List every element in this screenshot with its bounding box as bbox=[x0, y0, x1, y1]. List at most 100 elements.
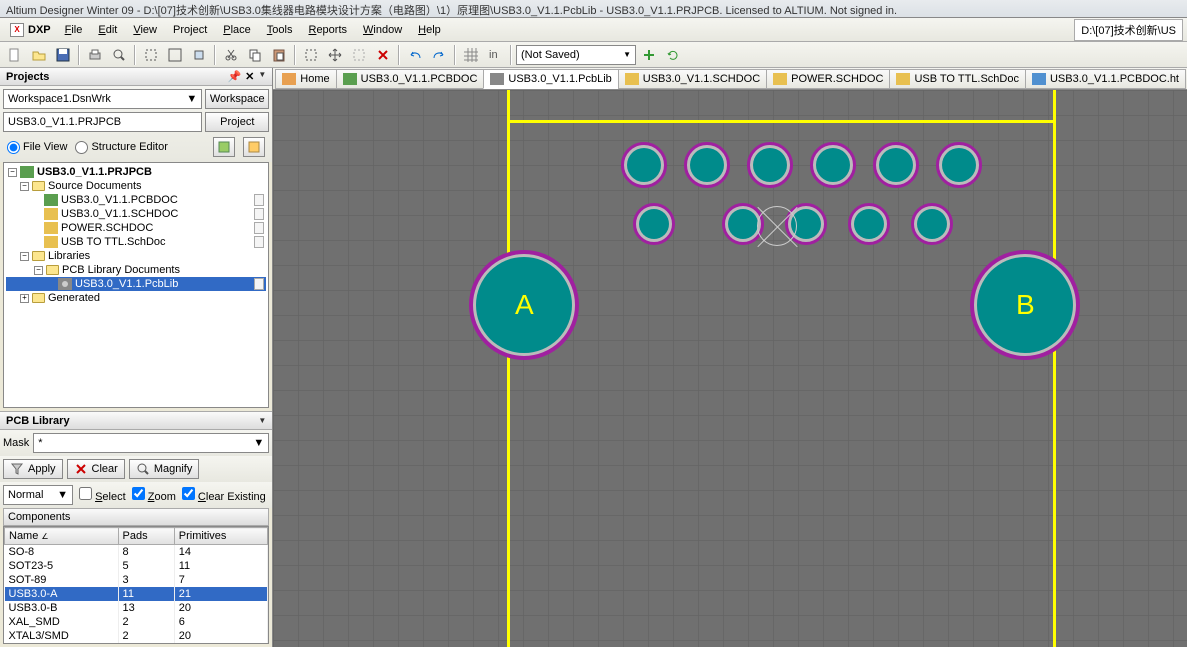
menu-reports[interactable]: Reports bbox=[300, 21, 355, 39]
chevron-down-icon[interactable]: ▼ bbox=[258, 70, 266, 83]
tb-preview[interactable] bbox=[108, 44, 130, 66]
doc-tab[interactable]: USB3.0_V1.1.PCBDOC bbox=[336, 69, 485, 89]
tb-save[interactable] bbox=[52, 44, 74, 66]
normal-combo[interactable]: Normal ▼ bbox=[3, 485, 73, 505]
clear-existing-input[interactable] bbox=[182, 487, 195, 500]
projects-panel-header[interactable]: Projects 📌 ✕ ▼ bbox=[0, 68, 272, 86]
dxp-menu[interactable]: X DXP bbox=[4, 21, 57, 39]
col-pads[interactable]: Pads bbox=[118, 528, 174, 545]
tree-file[interactable]: USB3.0_V1.1.PCBDOC bbox=[6, 193, 266, 207]
components-grid[interactable]: Name ∠ Pads Primitives SO-8814SOT23-5511… bbox=[3, 526, 269, 644]
table-row[interactable]: USB3.0-B1320 bbox=[5, 601, 268, 615]
chevron-down-icon[interactable]: ▼ bbox=[258, 416, 266, 425]
tb-layer-combo[interactable]: (Not Saved) ▼ bbox=[516, 45, 636, 65]
pad-11[interactable] bbox=[911, 203, 953, 245]
zoom-check[interactable]: Zoom bbox=[132, 487, 176, 503]
pcb-canvas[interactable]: A B bbox=[273, 90, 1187, 647]
clear-existing-check[interactable]: Clear Existing bbox=[182, 487, 266, 503]
project-button[interactable]: Project bbox=[205, 112, 269, 132]
doc-tab[interactable]: USB3.0_V1.1.SCHDOC bbox=[618, 69, 767, 89]
doc-tab[interactable]: USB3.0_V1.1.PcbLib bbox=[483, 69, 618, 89]
magnify-button[interactable]: Magnify bbox=[129, 459, 200, 479]
menu-tools[interactable]: Tools bbox=[259, 21, 301, 39]
tb-cut[interactable] bbox=[220, 44, 242, 66]
doc-tab[interactable]: POWER.SCHDOC bbox=[766, 69, 890, 89]
tb-deselect[interactable] bbox=[348, 44, 370, 66]
tb-print[interactable] bbox=[84, 44, 106, 66]
pad-2[interactable] bbox=[684, 142, 730, 188]
proj-opt2[interactable] bbox=[243, 137, 265, 157]
tb-copy[interactable] bbox=[244, 44, 266, 66]
menu-help[interactable]: Help bbox=[410, 21, 449, 39]
apply-button[interactable]: Apply bbox=[3, 459, 63, 479]
menu-place[interactable]: Place bbox=[215, 21, 259, 39]
table-row[interactable]: XTAL3/SMD220 bbox=[5, 629, 268, 643]
tb-undo[interactable] bbox=[404, 44, 426, 66]
mask-combo[interactable]: * ▼ bbox=[33, 433, 269, 453]
zoom-input[interactable] bbox=[132, 487, 145, 500]
tree-toggle[interactable]: − bbox=[20, 182, 29, 191]
table-row[interactable]: SO-8814 bbox=[5, 545, 268, 560]
table-row[interactable]: XAL_SMD26 bbox=[5, 615, 268, 629]
pin-icon[interactable]: 📌 bbox=[227, 70, 241, 83]
tb-open[interactable] bbox=[28, 44, 50, 66]
tree-libraries[interactable]: − Libraries bbox=[6, 249, 266, 263]
tb-zoom-area[interactable] bbox=[140, 44, 162, 66]
tb-new[interactable] bbox=[4, 44, 26, 66]
tb-move[interactable] bbox=[324, 44, 346, 66]
pcblib-panel-header[interactable]: PCB Library ▼ bbox=[0, 412, 272, 430]
pad-5[interactable] bbox=[873, 142, 919, 188]
tb-clear[interactable] bbox=[372, 44, 394, 66]
file-view-input[interactable] bbox=[7, 141, 20, 154]
tree-source-docs[interactable]: − Source Documents bbox=[6, 179, 266, 193]
table-row[interactable]: SOT-8937 bbox=[5, 573, 268, 587]
close-icon[interactable]: ✕ bbox=[245, 70, 254, 83]
tb-add[interactable] bbox=[638, 44, 660, 66]
doc-tab[interactable]: USB3.0_V1.1.PCBDOC.ht bbox=[1025, 69, 1186, 89]
clear-button[interactable]: Clear bbox=[67, 459, 125, 479]
structure-editor-radio[interactable]: Structure Editor bbox=[75, 141, 167, 154]
tree-file[interactable]: USB3.0_V1.1.SCHDOC bbox=[6, 207, 266, 221]
col-name[interactable]: Name ∠ bbox=[5, 528, 119, 545]
workspace-button[interactable]: Workspace bbox=[205, 89, 269, 109]
doc-tab[interactable]: USB TO TTL.SchDoc bbox=[889, 69, 1026, 89]
pad-10[interactable] bbox=[848, 203, 890, 245]
tree-pcblib-file[interactable]: USB3.0_V1.1.PcbLib bbox=[6, 277, 266, 291]
pad-1[interactable] bbox=[621, 142, 667, 188]
tree-file[interactable]: POWER.SCHDOC bbox=[6, 221, 266, 235]
tree-file[interactable]: USB TO TTL.SchDoc bbox=[6, 235, 266, 249]
tb-zoom-fit[interactable] bbox=[164, 44, 186, 66]
workspace-combo[interactable]: Workspace1.DsnWrk ▼ bbox=[3, 89, 202, 109]
tree-pcblib-docs[interactable]: − PCB Library Documents bbox=[6, 263, 266, 277]
table-row[interactable]: SOT23-5511 bbox=[5, 559, 268, 573]
pad-7[interactable] bbox=[633, 203, 675, 245]
col-primitives[interactable]: Primitives bbox=[174, 528, 268, 545]
tb-grid[interactable] bbox=[460, 44, 482, 66]
tb-redo[interactable] bbox=[428, 44, 450, 66]
tb-select[interactable] bbox=[300, 44, 322, 66]
menu-project[interactable]: Project bbox=[165, 21, 215, 39]
pad-3[interactable] bbox=[747, 142, 793, 188]
menu-window[interactable]: Window bbox=[355, 21, 410, 39]
tree-toggle[interactable]: − bbox=[20, 252, 29, 261]
structure-editor-input[interactable] bbox=[75, 141, 88, 154]
project-combo[interactable]: USB3.0_V1.1.PRJPCB bbox=[3, 112, 202, 132]
select-input[interactable] bbox=[79, 487, 92, 500]
proj-opt1[interactable] bbox=[213, 137, 235, 157]
tree-toggle[interactable]: − bbox=[8, 168, 17, 177]
menu-edit[interactable]: Edit bbox=[90, 21, 125, 39]
file-view-radio[interactable]: File View bbox=[7, 141, 67, 154]
pad-a[interactable]: A bbox=[469, 250, 579, 360]
pad-4[interactable] bbox=[810, 142, 856, 188]
tree-toggle[interactable]: + bbox=[20, 294, 29, 303]
pad-b[interactable]: B bbox=[970, 250, 1080, 360]
tb-paste[interactable] bbox=[268, 44, 290, 66]
doc-tab[interactable]: Home bbox=[275, 69, 336, 89]
menu-file[interactable]: File bbox=[57, 21, 91, 39]
table-row[interactable]: USB3.0-A1121 bbox=[5, 587, 268, 601]
tb-zoom-sel[interactable] bbox=[188, 44, 210, 66]
tb-units[interactable]: in bbox=[484, 44, 506, 66]
tree-generated[interactable]: + Generated bbox=[6, 291, 266, 305]
select-check[interactable]: Select bbox=[79, 487, 126, 503]
tree-toggle[interactable]: − bbox=[34, 266, 43, 275]
